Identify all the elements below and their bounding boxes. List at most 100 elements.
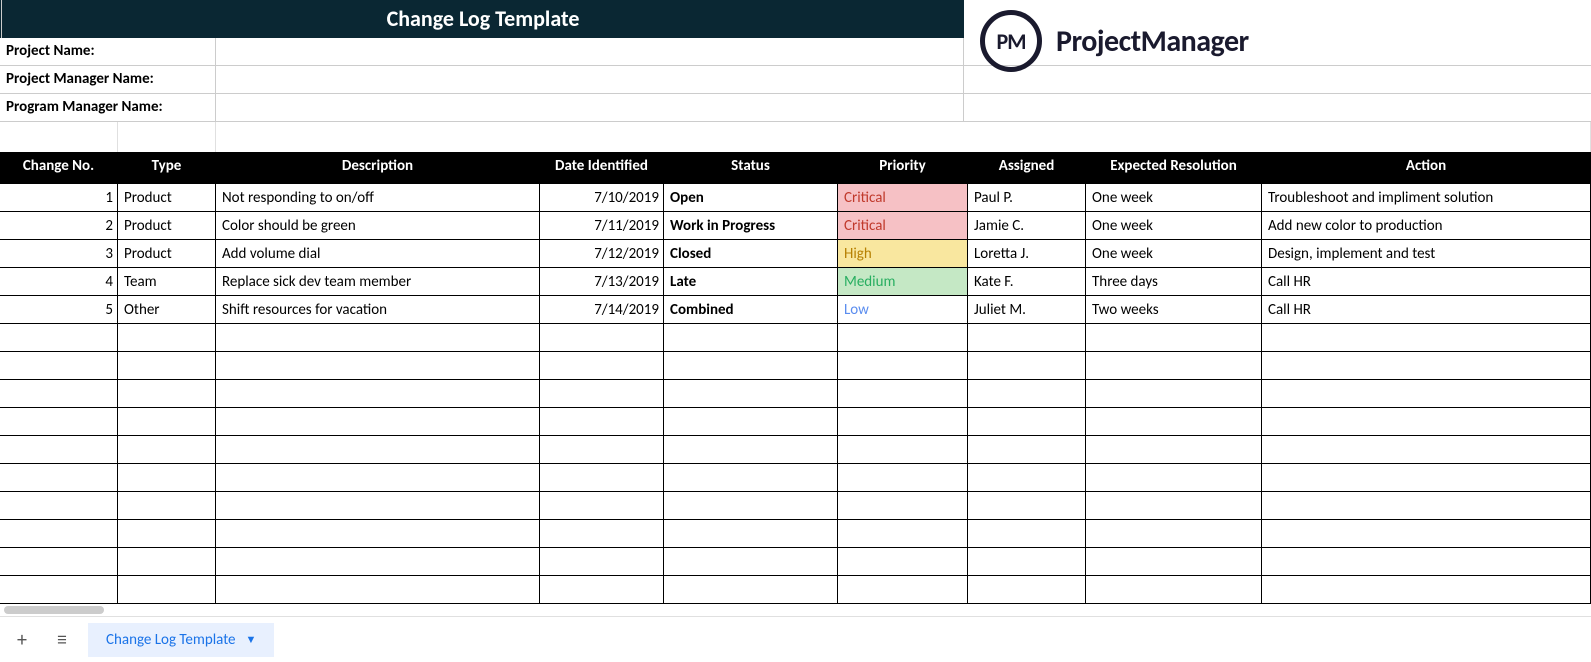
cell-empty[interactable] xyxy=(1262,492,1591,519)
cell-description[interactable]: Color should be green xyxy=(216,212,540,239)
cell-empty[interactable] xyxy=(0,520,118,547)
project-name-input[interactable] xyxy=(216,38,964,65)
table-row-empty[interactable] xyxy=(0,436,1591,464)
cell-empty[interactable] xyxy=(664,464,838,491)
cell-empty[interactable] xyxy=(216,576,540,603)
cell-empty[interactable] xyxy=(540,380,664,407)
cell-empty[interactable] xyxy=(968,324,1086,351)
cell-resolution[interactable]: One week xyxy=(1086,212,1262,239)
cell-empty[interactable] xyxy=(968,548,1086,575)
cell-priority[interactable]: High xyxy=(838,240,968,267)
cell-empty[interactable] xyxy=(1086,380,1262,407)
cell-action[interactable]: Add new color to production xyxy=(1262,212,1591,239)
cell-type[interactable]: Team xyxy=(118,268,216,295)
cell-change-no[interactable]: 3 xyxy=(0,240,118,267)
cell-type[interactable]: Other xyxy=(118,296,216,323)
cell-empty[interactable] xyxy=(1262,464,1591,491)
cell-empty[interactable] xyxy=(216,548,540,575)
cell-empty[interactable] xyxy=(838,548,968,575)
cell-empty[interactable] xyxy=(1262,352,1591,379)
cell-resolution[interactable]: One week xyxy=(1086,240,1262,267)
table-row-empty[interactable] xyxy=(0,352,1591,380)
cell-priority[interactable]: Medium xyxy=(838,268,968,295)
scrollbar-thumb[interactable] xyxy=(4,606,104,614)
cell-empty[interactable] xyxy=(838,324,968,351)
cell-empty[interactable] xyxy=(0,408,118,435)
cell-empty[interactable] xyxy=(1086,464,1262,491)
cell-empty[interactable] xyxy=(664,436,838,463)
cell-empty[interactable] xyxy=(838,492,968,519)
cell-empty[interactable] xyxy=(216,464,540,491)
chevron-down-icon[interactable]: ▼ xyxy=(246,633,257,646)
cell-empty[interactable] xyxy=(0,492,118,519)
cell-empty[interactable] xyxy=(216,352,540,379)
cell-status[interactable]: Closed xyxy=(664,240,838,267)
cell-empty[interactable] xyxy=(1262,436,1591,463)
cell-empty[interactable] xyxy=(968,492,1086,519)
cell-empty[interactable] xyxy=(540,352,664,379)
horizontal-scrollbar[interactable] xyxy=(0,604,1591,616)
table-row-empty[interactable] xyxy=(0,520,1591,548)
program-manager-input[interactable] xyxy=(216,94,964,121)
cell-empty[interactable] xyxy=(838,436,968,463)
cell-empty[interactable] xyxy=(1262,576,1591,603)
cell-empty[interactable] xyxy=(838,464,968,491)
cell-empty[interactable] xyxy=(216,520,540,547)
cell-description[interactable]: Shift resources for vacation xyxy=(216,296,540,323)
cell-type[interactable]: Product xyxy=(118,240,216,267)
add-sheet-button[interactable]: + xyxy=(8,626,36,654)
cell-empty[interactable] xyxy=(540,492,664,519)
cell-assigned[interactable]: Paul P. xyxy=(968,184,1086,211)
cell-empty[interactable] xyxy=(1086,492,1262,519)
cell-empty[interactable] xyxy=(664,324,838,351)
table-row[interactable]: 4TeamReplace sick dev team member7/13/20… xyxy=(0,268,1591,296)
cell-assigned[interactable]: Loretta J. xyxy=(968,240,1086,267)
table-row-empty[interactable] xyxy=(0,492,1591,520)
cell-empty[interactable] xyxy=(664,380,838,407)
sheet-tab[interactable]: Change Log Template ▼ xyxy=(88,623,274,657)
table-row[interactable]: 5OtherShift resources for vacation7/14/2… xyxy=(0,296,1591,324)
cell-empty[interactable] xyxy=(968,436,1086,463)
cell-empty[interactable] xyxy=(0,324,118,351)
cell-empty[interactable] xyxy=(1086,408,1262,435)
cell-empty[interactable] xyxy=(0,380,118,407)
cell-empty[interactable] xyxy=(118,352,216,379)
cell-empty[interactable] xyxy=(216,324,540,351)
cell-status[interactable]: Open xyxy=(664,184,838,211)
cell-change-no[interactable]: 4 xyxy=(0,268,118,295)
table-row[interactable]: 3ProductAdd volume dial7/12/2019ClosedHi… xyxy=(0,240,1591,268)
cell-action[interactable]: Call HR xyxy=(1262,268,1591,295)
cell-empty[interactable] xyxy=(216,436,540,463)
cell-empty[interactable] xyxy=(540,464,664,491)
cell-empty[interactable] xyxy=(1086,436,1262,463)
cell-empty[interactable] xyxy=(540,520,664,547)
cell-empty[interactable] xyxy=(118,380,216,407)
cell-empty[interactable] xyxy=(664,492,838,519)
cell-empty[interactable] xyxy=(838,380,968,407)
cell-date[interactable]: 7/11/2019 xyxy=(540,212,664,239)
cell-action[interactable]: Call HR xyxy=(1262,296,1591,323)
cell-empty[interactable] xyxy=(664,576,838,603)
cell-empty[interactable] xyxy=(118,492,216,519)
cell-empty[interactable] xyxy=(1262,324,1591,351)
cell-empty[interactable] xyxy=(838,520,968,547)
cell-assigned[interactable]: Jamie C. xyxy=(968,212,1086,239)
cell-empty[interactable] xyxy=(838,352,968,379)
table-row[interactable]: 2ProductColor should be green7/11/2019Wo… xyxy=(0,212,1591,240)
table-row[interactable]: 1ProductNot responding to on/off7/10/201… xyxy=(0,184,1591,212)
cell-empty[interactable] xyxy=(216,492,540,519)
cell-resolution[interactable]: Two weeks xyxy=(1086,296,1262,323)
cell-assigned[interactable]: Kate F. xyxy=(968,268,1086,295)
cell-empty[interactable] xyxy=(1262,380,1591,407)
table-row-empty[interactable] xyxy=(0,576,1591,604)
cell-empty[interactable] xyxy=(664,548,838,575)
cell-empty[interactable] xyxy=(1086,576,1262,603)
cell-date[interactable]: 7/10/2019 xyxy=(540,184,664,211)
cell-empty[interactable] xyxy=(118,576,216,603)
cell-empty[interactable] xyxy=(1086,352,1262,379)
cell-date[interactable]: 7/12/2019 xyxy=(540,240,664,267)
cell-status[interactable]: Combined xyxy=(664,296,838,323)
cell-empty[interactable] xyxy=(1262,548,1591,575)
cell-resolution[interactable]: One week xyxy=(1086,184,1262,211)
cell-empty[interactable] xyxy=(1086,548,1262,575)
